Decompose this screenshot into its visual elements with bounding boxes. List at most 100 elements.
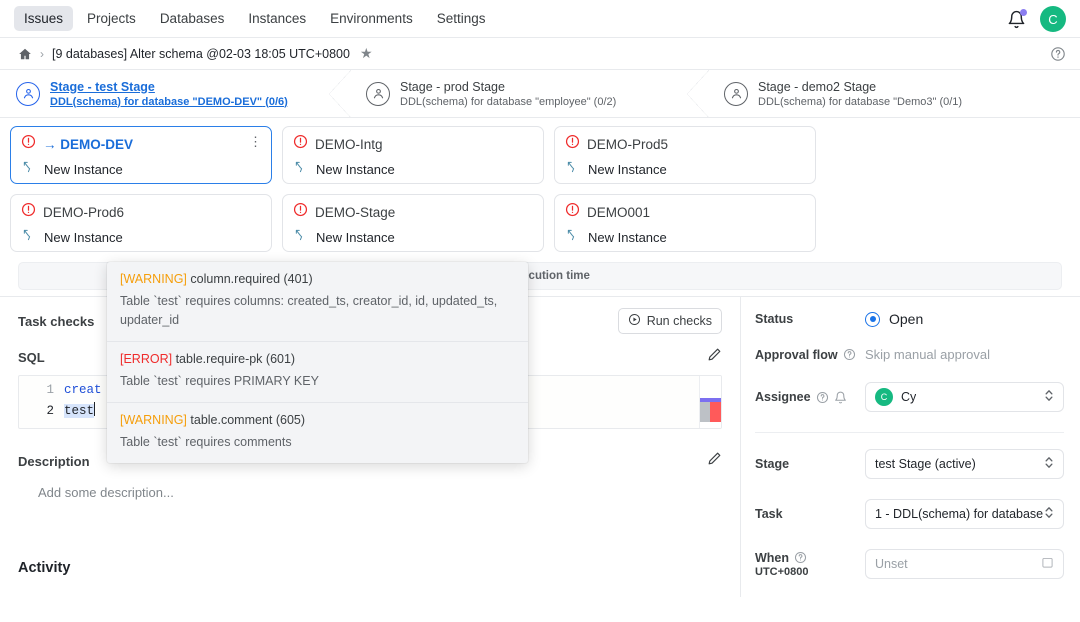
line-number: 2 — [19, 401, 54, 422]
status-value[interactable]: Open — [865, 311, 923, 327]
task-card-demo-prod5[interactable]: DEMO-Prod5 New Instance — [554, 126, 816, 184]
when-input[interactable]: Unset — [865, 549, 1064, 579]
assignee-label: Assignee — [755, 390, 865, 404]
stepper-step-demo2-stage[interactable]: Stage - demo2 Stage DDL(schema) for data… — [708, 70, 1080, 117]
task-card-demo-prod6[interactable]: DEMO-Prod6 New Instance — [10, 194, 272, 252]
stepper-step-prod-stage[interactable]: Stage - prod Stage DDL(schema) for datab… — [350, 70, 708, 117]
question-circle-icon[interactable] — [794, 551, 807, 564]
error-circle-icon — [293, 202, 308, 222]
stage-select[interactable]: test Stage (active) — [865, 449, 1064, 479]
task-card-header: DEMO-Stage — [293, 202, 533, 222]
nav-item-settings[interactable]: Settings — [427, 6, 496, 31]
stepper-step-text: Stage - demo2 Stage DDL(schema) for data… — [758, 80, 962, 108]
task-card-instance: New Instance — [316, 162, 395, 177]
sql-selected-text: test — [64, 404, 94, 418]
editor-minimap[interactable] — [699, 376, 721, 428]
description-input[interactable]: Add some description... — [18, 485, 722, 500]
status-label: Status — [755, 312, 865, 326]
task-select[interactable]: 1 - DDL(schema) for database — [865, 499, 1064, 529]
help-icon[interactable] — [1050, 46, 1066, 62]
database-icon — [22, 228, 36, 247]
task-card-footer: New Instance — [21, 160, 261, 179]
pencil-icon[interactable] — [707, 347, 722, 367]
pencil-icon[interactable] — [707, 451, 722, 471]
assignee-label-text: Assignee — [755, 390, 811, 404]
home-icon[interactable] — [18, 47, 32, 61]
approval-flow-label-text: Approval flow — [755, 348, 838, 362]
check-rule-name: column.required (401) — [190, 272, 312, 286]
question-circle-icon[interactable] — [843, 348, 856, 361]
description-label: Description — [18, 454, 90, 469]
sidebar-divider — [755, 432, 1064, 433]
task-card-header: DEMO-Prod5 — [565, 134, 805, 154]
check-results-popup: [WARNING] column.required (401) Table `t… — [107, 262, 528, 463]
text-caret — [94, 402, 95, 416]
approval-flow-value: Skip manual approval — [865, 347, 990, 362]
bell-icon[interactable] — [1007, 10, 1026, 29]
user-circle-icon — [724, 82, 748, 106]
task-card-demo-stage[interactable]: DEMO-Stage New Instance — [282, 194, 544, 252]
task-card-footer: New Instance — [21, 228, 261, 247]
minimap-scroll-thumb[interactable] — [700, 402, 710, 422]
avatar[interactable]: C — [1040, 6, 1066, 32]
stepper-step-title: Stage - test Stage — [50, 80, 288, 94]
question-circle-icon[interactable] — [816, 391, 829, 404]
task-card-name: DEMO-Prod6 — [43, 205, 124, 220]
stage-field: Stage test Stage (active) — [755, 449, 1064, 479]
when-timezone: UTC+0800 — [755, 566, 809, 578]
task-card-name: → DEMO-DEV — [43, 137, 133, 152]
issue-sidebar: Status Open Approval flow Skip manual ap… — [740, 297, 1080, 597]
task-label: Task — [755, 507, 865, 521]
minimap-error-marker — [710, 402, 722, 422]
check-result-message: Table `test` requires comments — [120, 433, 515, 452]
stage-label: Stage — [755, 457, 865, 471]
check-result-item: [WARNING] column.required (401) Table `t… — [107, 262, 528, 341]
task-card-name: DEMO-Stage — [315, 205, 395, 220]
nav-item-projects[interactable]: Projects — [77, 6, 146, 31]
assignee-field: Assignee C Cy — [755, 382, 1064, 412]
approval-flow-label: Approval flow — [755, 348, 865, 362]
notification-dot — [1020, 9, 1027, 16]
stepper-step-test-stage[interactable]: Stage - test Stage DDL(schema) for datab… — [0, 70, 350, 117]
chevron-updown-icon — [1044, 388, 1054, 406]
task-card-name: DEMO-Prod5 — [587, 137, 668, 152]
error-circle-icon — [293, 134, 308, 154]
stepper-step-subtitle: DDL(schema) for database "Demo3" (0/1) — [758, 96, 962, 108]
check-result-message: Table `test` requires columns: created_t… — [120, 292, 515, 330]
task-card-demo-dev[interactable]: → DEMO-DEV ⋮ New Instance — [10, 126, 272, 184]
bell-icon[interactable] — [834, 391, 847, 404]
task-card-header: DEMO001 — [565, 202, 805, 222]
check-result-message: Table `test` requires PRIMARY KEY — [120, 372, 515, 391]
stepper-step-title: Stage - prod Stage — [400, 80, 616, 94]
chevron-updown-icon — [1044, 455, 1054, 473]
severity-badge: [WARNING] — [120, 272, 187, 286]
task-card-header: → DEMO-DEV ⋮ — [21, 134, 261, 154]
nav-item-environments[interactable]: Environments — [320, 6, 423, 31]
task-card-instance: New Instance — [44, 162, 123, 177]
when-label-text: When — [755, 551, 789, 565]
task-card-demo-intg[interactable]: DEMO-Intg New Instance — [282, 126, 544, 184]
kebab-menu-icon[interactable]: ⋮ — [249, 137, 262, 146]
task-card-instance: New Instance — [44, 230, 123, 245]
task-card-demo001[interactable]: DEMO001 New Instance — [554, 194, 816, 252]
nav-item-issues[interactable]: Issues — [14, 6, 73, 31]
approval-flow-field: Approval flow Skip manual approval — [755, 347, 1064, 362]
breadcrumb: › [9 databases] Alter schema @02-03 18:0… — [0, 38, 1080, 70]
when-field: When UTC+0800 Unset — [755, 549, 1064, 579]
nav-item-databases[interactable]: Databases — [150, 6, 235, 31]
severity-badge: [WARNING] — [120, 413, 187, 427]
stepper-step-text: Stage - prod Stage DDL(schema) for datab… — [400, 80, 616, 108]
breadcrumb-title: [9 databases] Alter schema @02-03 18:05 … — [52, 47, 350, 61]
stepper-step-subtitle: DDL(schema) for database "DEMO-DEV" (0/6… — [50, 96, 288, 108]
task-card-instance: New Instance — [588, 230, 667, 245]
check-rule-name: table.require-pk (601) — [176, 352, 296, 366]
breadcrumb-separator: › — [40, 47, 44, 61]
nav-item-instances[interactable]: Instances — [238, 6, 316, 31]
stepper-step-subtitle: DDL(schema) for database "employee" (0/2… — [400, 96, 616, 108]
task-card-grid: → DEMO-DEV ⋮ New Instance DEMO-Intg — [0, 118, 1080, 258]
line-number: 1 — [19, 380, 54, 401]
avatar: C — [875, 388, 893, 406]
assignee-select[interactable]: C Cy — [865, 382, 1064, 412]
run-checks-button[interactable]: Run checks — [618, 308, 722, 334]
star-icon[interactable]: ★ — [360, 45, 373, 62]
